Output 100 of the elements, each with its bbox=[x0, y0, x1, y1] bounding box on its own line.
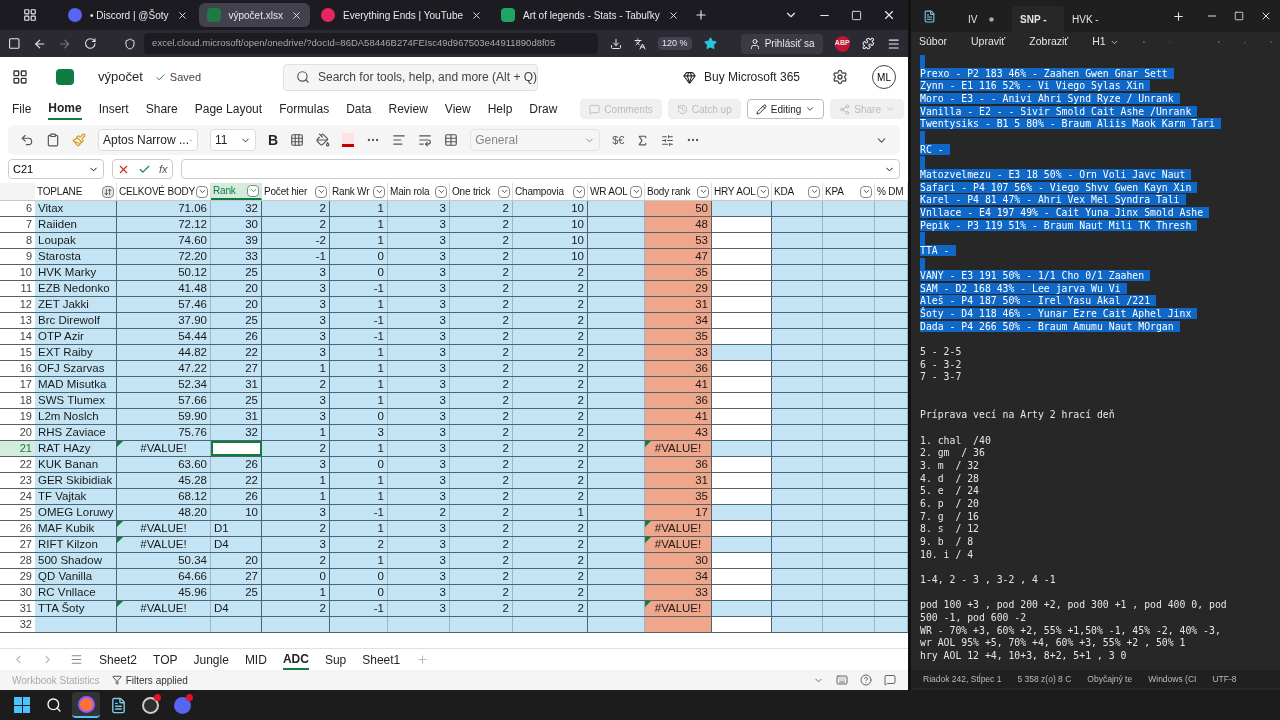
ribbon-tab[interactable]: View bbox=[444, 98, 471, 120]
ribbon-tab[interactable]: Home bbox=[48, 98, 82, 120]
ribbon-tab[interactable]: Page Layout bbox=[194, 98, 263, 120]
column-header[interactable]: Rank bbox=[211, 183, 262, 200]
sheet-tab[interactable]: Jungle bbox=[193, 649, 229, 670]
filter-dropdown-icon[interactable] bbox=[498, 185, 510, 198]
file-name[interactable]: výpočet bbox=[98, 67, 143, 87]
maximize-icon[interactable] bbox=[851, 9, 862, 21]
column-header[interactable]: Main rola bbox=[388, 183, 450, 200]
filter-dropdown-icon[interactable] bbox=[196, 185, 208, 198]
column-header[interactable]: KDA bbox=[772, 183, 823, 200]
close-icon[interactable] bbox=[1260, 10, 1272, 22]
formula-field[interactable] bbox=[180, 159, 900, 179]
font-dropdown[interactable]: Aptos Narrow ... bbox=[98, 129, 198, 151]
zoom-level[interactable]: 120 % bbox=[658, 36, 692, 51]
name-box[interactable]: C21 bbox=[8, 159, 104, 179]
browser-tab[interactable]: • Discord | @Šoty bbox=[60, 3, 196, 27]
column-header[interactable]: WR AOL bbox=[588, 183, 645, 200]
sheet-tab[interactable]: Sheet1 bbox=[362, 649, 401, 670]
status-item[interactable]: Filters applied bbox=[111, 672, 188, 688]
ribbon-tab[interactable]: Review bbox=[388, 98, 428, 120]
filter-dropdown-icon[interactable] bbox=[573, 185, 585, 198]
bold-button[interactable]: B bbox=[268, 129, 279, 151]
ribbon-tab[interactable]: Help bbox=[487, 98, 513, 120]
close-icon[interactable] bbox=[290, 9, 302, 21]
paste-icon[interactable] bbox=[46, 133, 60, 147]
sidebar-icon[interactable] bbox=[8, 37, 21, 50]
editing-button[interactable]: Editing bbox=[746, 99, 825, 119]
ribbon-tab[interactable]: Share bbox=[145, 98, 178, 120]
extensions-icon[interactable] bbox=[861, 37, 875, 50]
buy-button[interactable]: Buy Microsoft 365 bbox=[682, 68, 800, 86]
wrap-text-icon[interactable] bbox=[418, 133, 433, 147]
font-color-icon[interactable] bbox=[342, 133, 355, 147]
fill-color-icon[interactable] bbox=[316, 133, 331, 147]
filter-dropdown-icon[interactable] bbox=[630, 185, 642, 198]
browser-tab[interactable]: výpočet.xlsx bbox=[198, 3, 310, 27]
filter-dropdown-icon[interactable] bbox=[860, 185, 872, 198]
sheet-tab[interactable]: TOP bbox=[153, 649, 178, 670]
column-header[interactable]: HRY AOL bbox=[712, 183, 772, 200]
ribbon-tab[interactable]: Formulas bbox=[279, 98, 330, 120]
filter-dropdown-icon[interactable] bbox=[697, 185, 709, 198]
align-icon[interactable] bbox=[392, 133, 407, 147]
currency-button[interactable]: $€ bbox=[612, 131, 625, 149]
menu-item[interactable]: Zobraziť bbox=[1029, 34, 1069, 50]
column-header[interactable]: Počet hier bbox=[262, 183, 330, 200]
download-icon[interactable] bbox=[610, 37, 623, 50]
column-header[interactable]: Champovia bbox=[513, 183, 588, 200]
browser-tab[interactable]: Art of legends - Stats - Tabuľky bbox=[493, 3, 687, 27]
column-header[interactable]: Body rank bbox=[645, 183, 712, 200]
keyboard-icon[interactable] bbox=[836, 674, 848, 686]
sheet-tab[interactable]: Sup bbox=[324, 649, 347, 670]
tab-list-icon[interactable] bbox=[23, 8, 37, 22]
menu-item[interactable]: Upraviť bbox=[971, 34, 1006, 50]
browser-icon[interactable] bbox=[72, 692, 100, 718]
new-tab-icon[interactable] bbox=[693, 8, 708, 22]
ribbon-tab[interactable]: Data bbox=[346, 98, 372, 120]
borders-icon[interactable] bbox=[290, 133, 305, 147]
close-icon[interactable] bbox=[882, 8, 896, 22]
address-field[interactable]: excel.cloud.microsoft/open/onedrive/?docId=86DA58446B274FEIsc49d967503e44911890d8f05 bbox=[144, 33, 599, 54]
close-icon[interactable] bbox=[176, 9, 188, 21]
filter-dropdown-icon[interactable] bbox=[247, 184, 259, 197]
merge-icon[interactable] bbox=[444, 133, 459, 147]
back-icon[interactable] bbox=[32, 36, 47, 51]
heading-dropdown[interactable]: H1 bbox=[1092, 34, 1119, 50]
close-icon[interactable] bbox=[667, 9, 679, 21]
app-launcher-icon[interactable] bbox=[12, 69, 28, 85]
sort-filter-icon[interactable] bbox=[661, 133, 675, 147]
column-header[interactable]: KPA bbox=[823, 183, 875, 200]
translate-icon[interactable] bbox=[634, 37, 647, 50]
filter-dropdown-icon[interactable] bbox=[315, 185, 327, 198]
editor-tab[interactable]: SNP - bbox=[1012, 6, 1064, 32]
star-icon[interactable] bbox=[703, 37, 717, 50]
editor-tab[interactable]: IV bbox=[960, 6, 1012, 32]
menu-item[interactable]: Súbor bbox=[919, 34, 948, 50]
insert-function-button[interactable]: fx bbox=[159, 160, 168, 178]
sort-filter-icon[interactable] bbox=[102, 185, 114, 198]
forward-icon[interactable] bbox=[58, 36, 72, 51]
filter-dropdown-icon[interactable] bbox=[757, 185, 769, 198]
close-icon[interactable] bbox=[471, 9, 483, 21]
undo-icon[interactable] bbox=[20, 133, 34, 147]
maximize-icon[interactable] bbox=[1234, 11, 1244, 21]
new-tab-icon[interactable] bbox=[1172, 9, 1185, 23]
column-header[interactable]: Rank Wr bbox=[330, 183, 388, 200]
filter-dropdown-icon[interactable] bbox=[435, 185, 447, 198]
editor-tab[interactable]: HVK - bbox=[1064, 6, 1116, 32]
sheet-tab[interactable]: Sheet2 bbox=[99, 649, 138, 670]
column-header[interactable]: One trick bbox=[450, 183, 513, 200]
menu-icon[interactable] bbox=[886, 36, 900, 51]
all-sheets-icon[interactable] bbox=[70, 653, 83, 666]
ribbon-tab[interactable]: File bbox=[12, 98, 32, 120]
browser-tab[interactable]: Everything Ends | YouTube bbox=[312, 3, 491, 27]
help-icon[interactable] bbox=[860, 674, 872, 686]
filter-dropdown-icon[interactable] bbox=[808, 185, 820, 198]
search-field[interactable]: Search for tools, help, and more (Alt + Q) bbox=[283, 63, 538, 91]
sheet-tab[interactable]: MID bbox=[244, 649, 267, 670]
sign-in-button[interactable]: Prihlásiť sa bbox=[740, 33, 823, 54]
filter-dropdown-icon[interactable] bbox=[373, 185, 385, 198]
font-size-dropdown[interactable]: 11 bbox=[210, 129, 256, 151]
feedback-icon[interactable] bbox=[884, 674, 896, 686]
column-header[interactable]: TOPLANE bbox=[35, 183, 117, 200]
